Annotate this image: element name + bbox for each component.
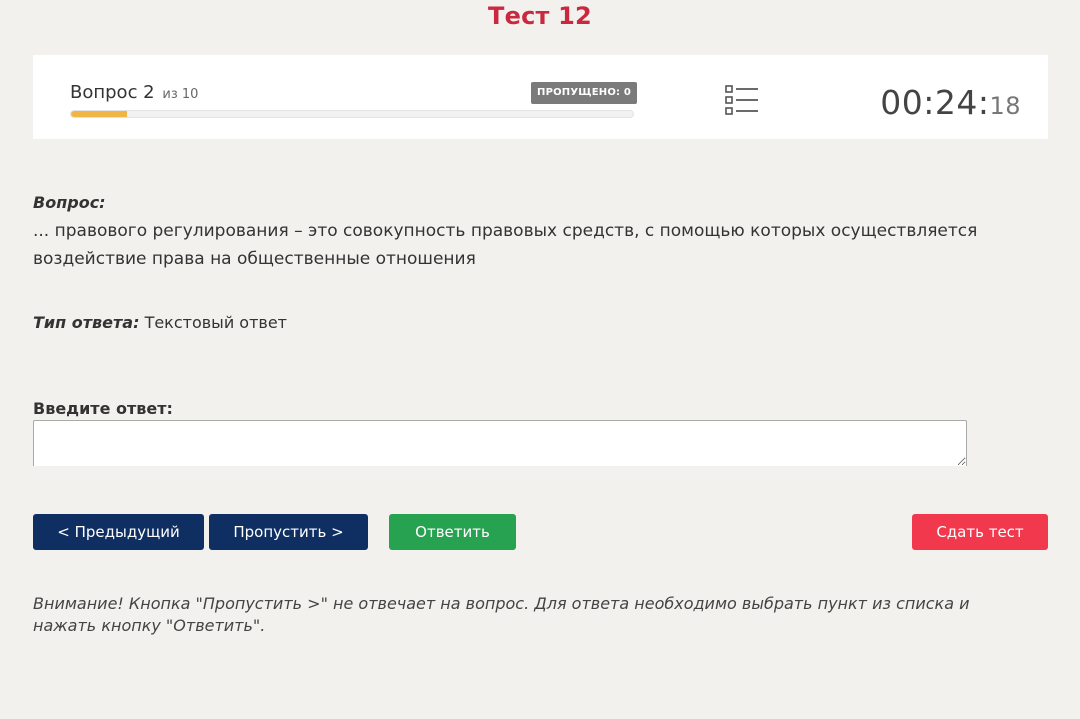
question-list-button[interactable] <box>724 83 760 117</box>
question-text: ... правового регулирования – это совоку… <box>33 221 978 269</box>
answer-input[interactable] <box>33 420 967 466</box>
question-label: Вопрос: <box>33 193 106 212</box>
progress-fill <box>71 111 128 117</box>
finish-test-button[interactable]: Сдать тест <box>912 514 1048 550</box>
previous-button[interactable]: < Предыдущий <box>33 514 204 550</box>
answer-button[interactable]: Ответить <box>389 514 516 550</box>
page-title: Тест 12 <box>488 2 592 30</box>
answer-type-value: Текстовый ответ <box>144 313 287 332</box>
answer-input-label: Введите ответ: <box>33 399 173 418</box>
progress-bar <box>70 110 634 118</box>
timer-seconds: 18 <box>989 92 1021 120</box>
question-list-icon <box>725 85 758 115</box>
question-number: Вопрос 2 <box>70 82 155 103</box>
timer: 00:24:18 <box>880 83 1021 122</box>
question-counter: Вопрос 2 из 10 <box>70 82 198 103</box>
question-total: из 10 <box>162 87 199 102</box>
skipped-badge: ПРОПУЩЕНО: 0 <box>531 82 638 104</box>
answer-type: Тип ответа: Текстовый ответ <box>33 313 287 332</box>
status-panel: Вопрос 2 из 10 ПРОПУЩЕНО: 0 00:24:18 <box>33 55 1048 139</box>
answer-type-label: Тип ответа: <box>33 313 140 332</box>
skip-button[interactable]: Пропустить > <box>209 514 368 550</box>
warning-text: Внимание! Кнопка "Пропустить >" не отвеч… <box>33 594 970 635</box>
timer-main: 00:24: <box>880 83 990 122</box>
